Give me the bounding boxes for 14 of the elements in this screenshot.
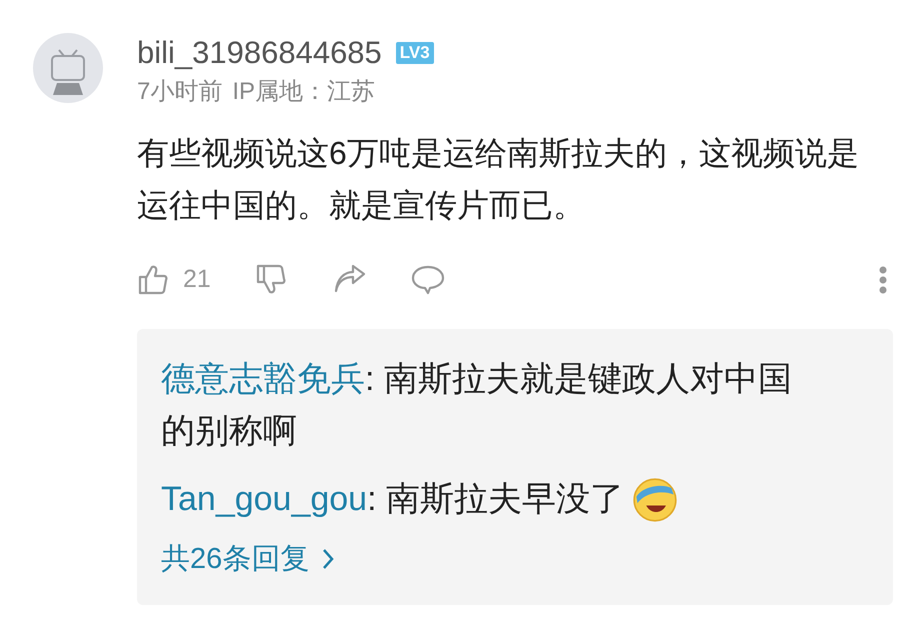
chevron-right-icon: [321, 546, 336, 570]
avatar-icon[interactable]: [33, 33, 103, 103]
reply-text: 德意志豁免兵: 南斯拉夫就是键政人对中国的别称啊: [161, 358, 793, 452]
more-replies-link[interactable]: 共26条回复: [161, 538, 336, 578]
like-count: 21: [183, 264, 211, 295]
reply-author-link[interactable]: 德意志豁免兵: [161, 360, 365, 398]
more-icon[interactable]: [879, 266, 887, 294]
comment-text: 有些视频说这6万吨是运给南斯拉夫的，这视频说是运往中国的。就是宣传片而已。: [137, 134, 860, 225]
level-badge: LV3: [396, 42, 434, 64]
username[interactable]: bili_31986844685: [137, 35, 382, 71]
post-time: 7小时前: [137, 77, 222, 107]
reply-author-link[interactable]: Tan_gou_gou: [161, 480, 368, 518]
reply-text: Tan_gou_gou: 南斯拉夫早没了: [161, 478, 624, 520]
ip-location: IP属地：江苏: [232, 77, 376, 107]
